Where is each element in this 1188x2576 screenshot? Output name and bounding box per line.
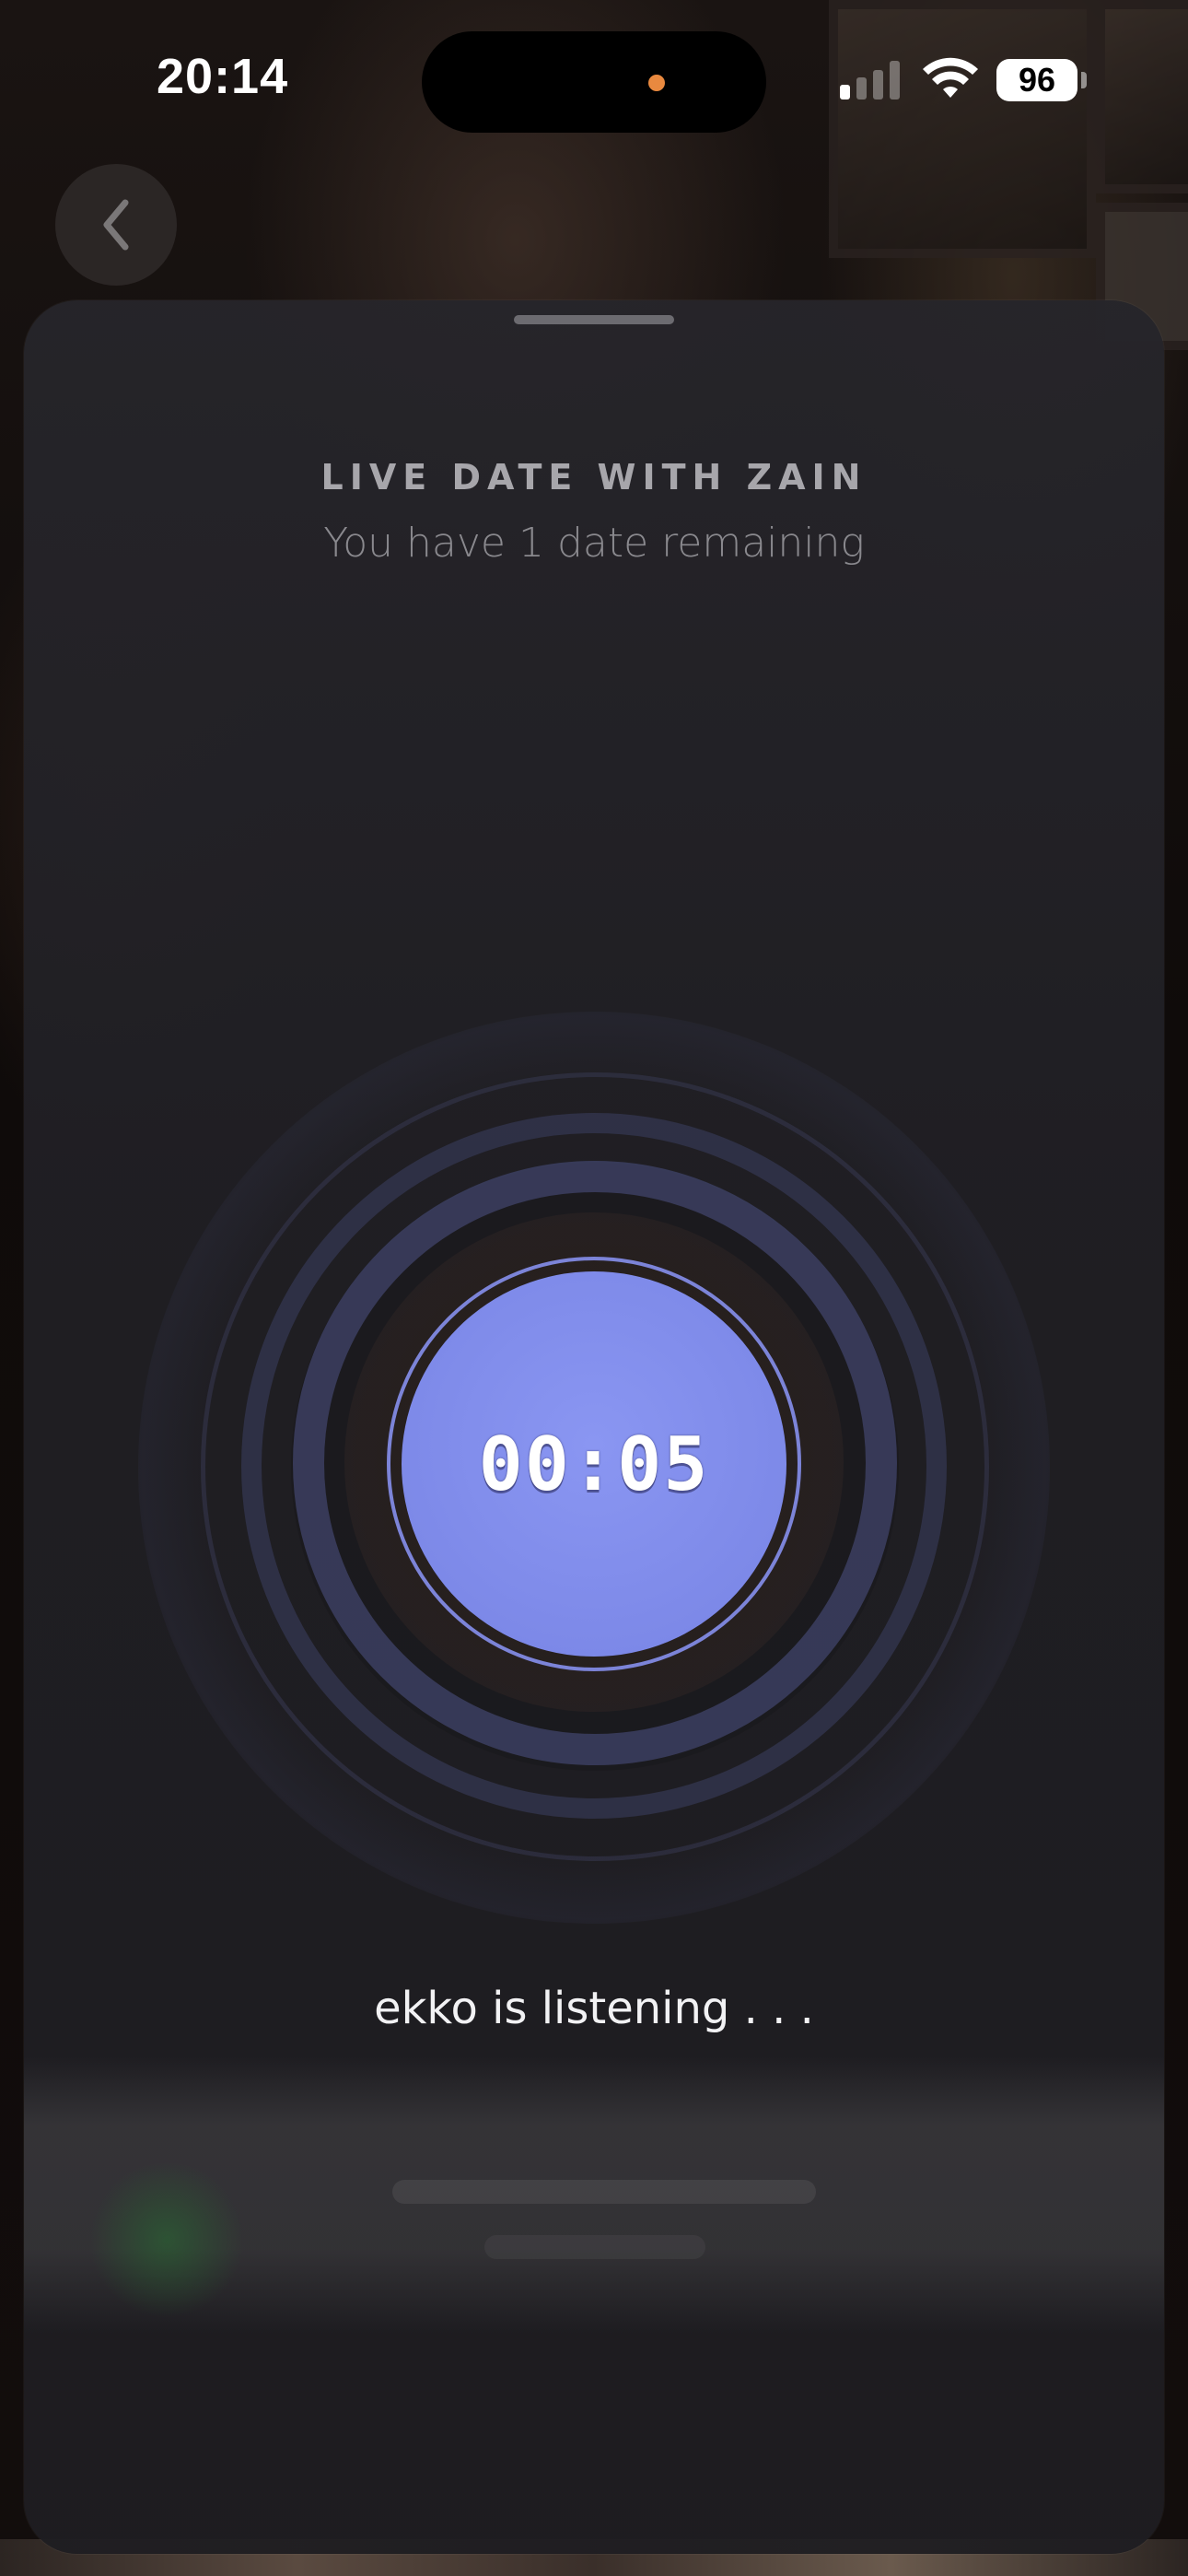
dynamic-island bbox=[422, 31, 766, 133]
live-date-sheet: LIVE DATE WITH ZAIN You have 1 date rema… bbox=[24, 300, 1164, 2554]
sheet-title: LIVE DATE WITH ZAIN bbox=[320, 457, 868, 498]
screen: 20:14 96 LIVE DATE WITH ZAIN You have 1 … bbox=[0, 0, 1188, 2576]
dates-remaining-text: You have 1 date remaining bbox=[323, 520, 865, 567]
call-timer: 00:05 bbox=[478, 1421, 710, 1507]
blurred-avatar bbox=[88, 2161, 245, 2318]
status-time: 20:14 bbox=[157, 49, 289, 104]
call-timer-button[interactable]: 00:05 bbox=[402, 1271, 786, 1657]
blurred-text-line bbox=[484, 2235, 705, 2259]
battery-icon: 96 bbox=[996, 59, 1077, 101]
sheet-grabber[interactable] bbox=[514, 315, 674, 324]
wifi-icon bbox=[923, 57, 978, 98]
battery-tip bbox=[1081, 72, 1087, 88]
recording-indicator-dot bbox=[648, 75, 665, 91]
listening-status-text: ekko is listening . . . bbox=[374, 1983, 814, 2034]
back-button[interactable] bbox=[55, 164, 177, 286]
status-bar: 20:14 96 bbox=[0, 0, 1188, 157]
chevron-left-icon bbox=[103, 199, 129, 251]
cellular-signal-icon bbox=[840, 61, 904, 100]
blurred-text-line bbox=[392, 2180, 816, 2204]
